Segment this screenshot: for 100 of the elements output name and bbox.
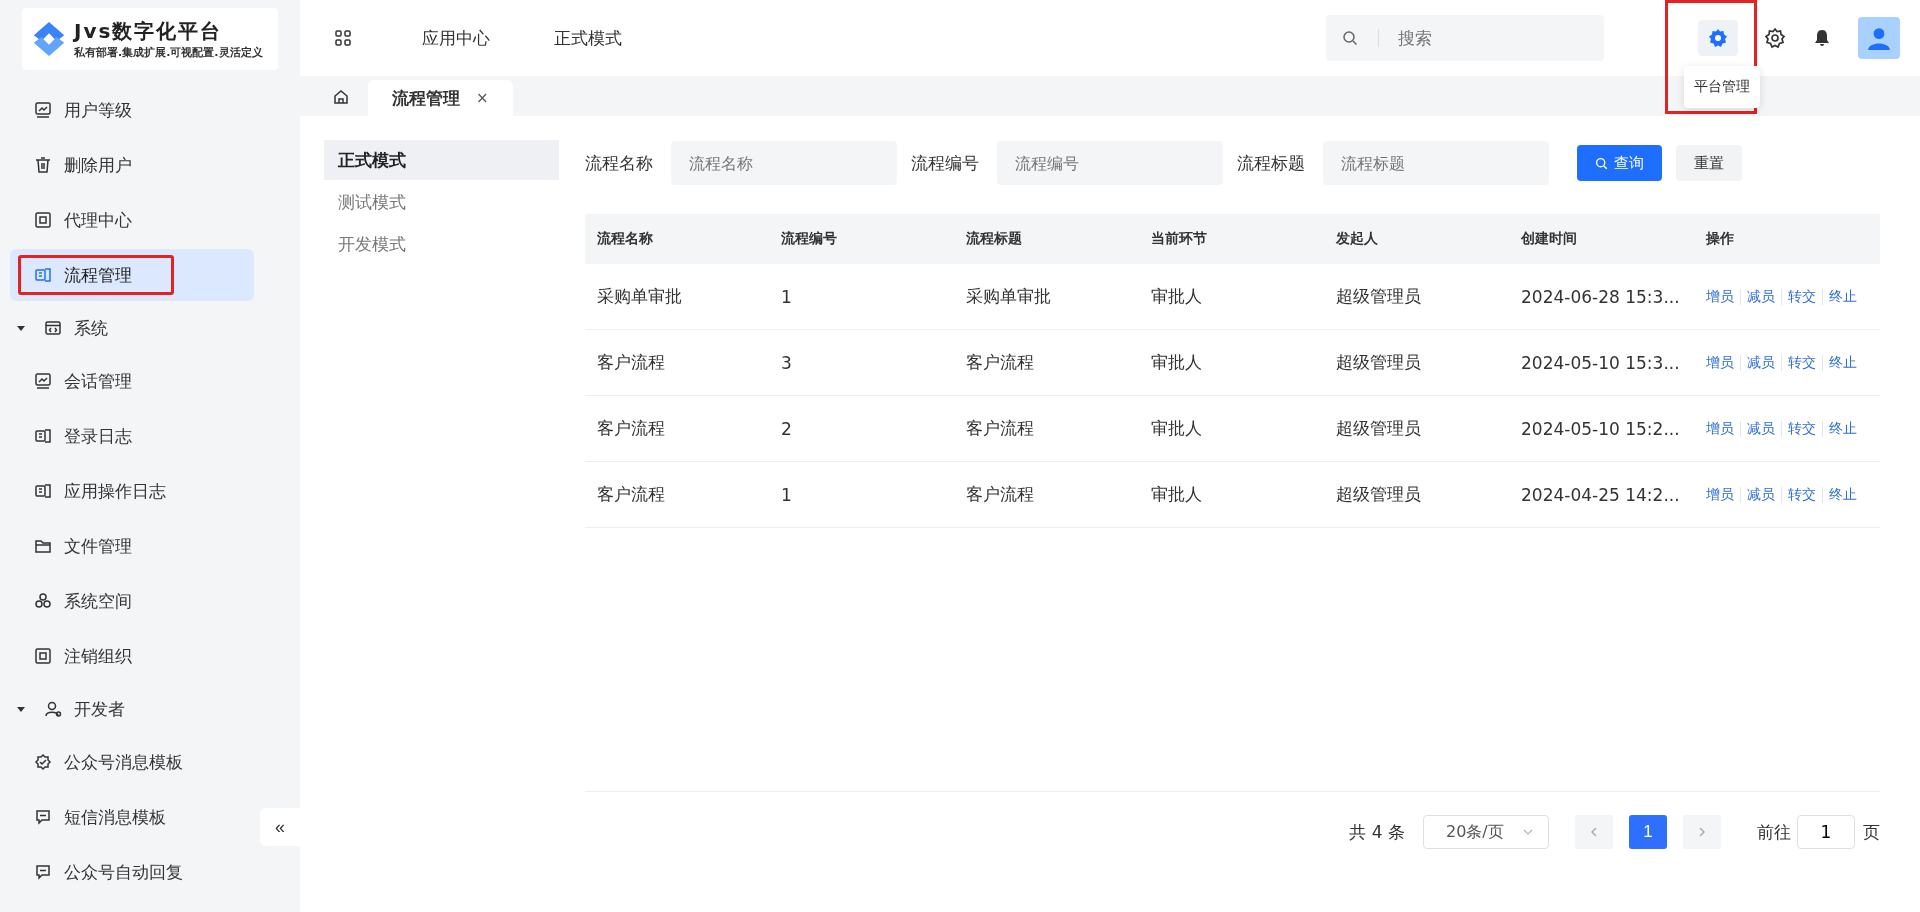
page-button[interactable]: 1 bbox=[1629, 815, 1667, 849]
nav-link[interactable]: 应用中心 bbox=[422, 26, 490, 50]
table-cell-text: 审批人 bbox=[1150, 351, 1203, 374]
column-header: 流程名称 bbox=[596, 230, 654, 248]
sidebar-item[interactable]: 文件管理 bbox=[10, 520, 254, 572]
column-header: 操作 bbox=[1705, 230, 1735, 248]
table-cell-text: 2 bbox=[780, 418, 793, 439]
mode-item[interactable]: 开发模式 bbox=[324, 224, 559, 264]
sidebar-item[interactable]: 系统空间 bbox=[10, 575, 254, 627]
action-link[interactable]: 减员 bbox=[1747, 485, 1775, 504]
action-link[interactable]: 减员 bbox=[1747, 353, 1775, 372]
table-cell-text: 1 bbox=[780, 286, 793, 307]
mode-item[interactable]: 测试模式 bbox=[324, 182, 559, 222]
table-cell-text: 超级管理员 bbox=[1335, 285, 1422, 308]
doc-icon bbox=[34, 482, 52, 500]
page-size-select[interactable]: 20条/页 bbox=[1423, 815, 1549, 849]
total-count: 共 4 条 bbox=[1349, 820, 1405, 844]
reset-button[interactable]: 重置 bbox=[1676, 145, 1742, 181]
action-link[interactable]: 终止 bbox=[1829, 353, 1857, 372]
sidebar-item[interactable]: 用户等级 bbox=[10, 84, 254, 136]
action-link[interactable]: 终止 bbox=[1829, 287, 1857, 306]
sidebar-item[interactable]: 短信消息模板 bbox=[10, 791, 254, 843]
caret-icon bbox=[16, 323, 26, 333]
table-cell-text: 审批人 bbox=[1150, 285, 1203, 308]
sidebar-group[interactable]: 系统 bbox=[10, 304, 254, 352]
table-cell-text: 2024-06-28 15:3... bbox=[1520, 286, 1681, 307]
input-field[interactable]: 流程标题 bbox=[1323, 141, 1549, 185]
table-cell-text: 客户流程 bbox=[596, 351, 666, 374]
home-icon[interactable] bbox=[332, 88, 350, 106]
filter-label: 流程标题 bbox=[1237, 151, 1305, 175]
bell-icon[interactable] bbox=[1812, 28, 1832, 48]
folder-icon bbox=[34, 537, 52, 555]
action-link[interactable]: 转交 bbox=[1788, 419, 1816, 438]
doc-icon bbox=[34, 427, 52, 445]
apps-grid-icon[interactable] bbox=[334, 29, 352, 47]
chart-icon bbox=[34, 372, 52, 390]
table-cell-text: 客户流程 bbox=[596, 483, 666, 506]
table-cell-text: 3 bbox=[780, 352, 793, 373]
chart-icon bbox=[34, 101, 52, 119]
sidebar-item[interactable]: 公众号自动回复 bbox=[10, 846, 254, 898]
action-link[interactable]: 增员 bbox=[1706, 485, 1734, 504]
sidebar-group[interactable]: 开发者 bbox=[10, 685, 254, 733]
table-cell-text: 2024-04-25 14:2... bbox=[1520, 484, 1681, 505]
column-header: 流程标题 bbox=[965, 230, 1023, 248]
column-header: 流程编号 bbox=[780, 230, 838, 248]
action-link[interactable]: 转交 bbox=[1788, 353, 1816, 372]
tab[interactable]: 流程管理 × bbox=[368, 80, 513, 116]
query-button[interactable]: 查询 bbox=[1577, 145, 1662, 181]
action-link[interactable]: 增员 bbox=[1706, 353, 1734, 372]
nav-link[interactable]: 正式模式 bbox=[554, 26, 622, 50]
gear-icon bbox=[1708, 28, 1728, 48]
column-header: 发起人 bbox=[1335, 230, 1379, 248]
search-field[interactable]: 搜索 bbox=[1326, 15, 1604, 61]
page-unit: 页 bbox=[1863, 820, 1880, 844]
table-cell-text: 审批人 bbox=[1150, 417, 1203, 440]
sidebar-item[interactable]: 会话管理 bbox=[10, 355, 254, 407]
frame-icon bbox=[34, 647, 52, 665]
sidebar-item[interactable]: 注销组织 bbox=[10, 630, 254, 682]
user-icon bbox=[44, 700, 62, 718]
action-link[interactable]: 转交 bbox=[1788, 287, 1816, 306]
chevron-left-icon bbox=[1588, 826, 1600, 838]
frame-icon bbox=[34, 211, 52, 229]
sidebar-item[interactable]: 应用操作日志 bbox=[10, 465, 254, 517]
action-link[interactable]: 终止 bbox=[1829, 419, 1857, 438]
collapse-button[interactable]: « bbox=[260, 808, 300, 846]
logo-title: Jvs数字化平台 bbox=[74, 18, 224, 45]
table-cell-text: 超级管理员 bbox=[1335, 483, 1422, 506]
trash-icon bbox=[34, 156, 52, 174]
avatar[interactable] bbox=[1858, 17, 1900, 59]
action-link[interactable]: 增员 bbox=[1706, 419, 1734, 438]
action-link[interactable]: 增员 bbox=[1706, 287, 1734, 306]
tooltip: 平台管理 bbox=[1684, 66, 1760, 108]
action-link[interactable]: 减员 bbox=[1747, 419, 1775, 438]
code-window-icon bbox=[44, 319, 62, 337]
input-field[interactable]: 流程编号 bbox=[997, 141, 1223, 185]
goto-label: 前往 bbox=[1757, 820, 1791, 844]
sidebar-item[interactable]: 流程管理 bbox=[10, 249, 254, 301]
caret-icon bbox=[16, 704, 26, 714]
mode-item[interactable]: 正式模式 bbox=[324, 140, 559, 180]
table-cell-text: 超级管理员 bbox=[1335, 417, 1422, 440]
filter-label: 流程名称 bbox=[585, 151, 653, 175]
table-cell-text: 采购单审批 bbox=[965, 285, 1052, 308]
page-input[interactable]: 1 bbox=[1797, 815, 1855, 849]
action-link[interactable]: 减员 bbox=[1747, 287, 1775, 306]
settings-button[interactable] bbox=[1698, 20, 1738, 56]
action-link[interactable]: 终止 bbox=[1829, 485, 1857, 504]
close-icon[interactable]: × bbox=[476, 89, 489, 107]
table-cell-text: 2024-05-10 15:3... bbox=[1520, 352, 1681, 373]
input-field[interactable]: 流程名称 bbox=[671, 141, 897, 185]
table-cell-text: 客户流程 bbox=[965, 417, 1035, 440]
table-cell-text: 采购单审批 bbox=[596, 285, 683, 308]
gear-icon[interactable] bbox=[1764, 27, 1786, 49]
sidebar-item[interactable]: 登录日志 bbox=[10, 410, 254, 462]
sidebar-item[interactable]: 公众号消息模板 bbox=[10, 736, 254, 788]
column-header: 创建时间 bbox=[1520, 230, 1578, 248]
sidebar-item[interactable]: 删除用户 bbox=[10, 139, 254, 191]
logo-subtitle: 私有部署.集成扩展.可视配置.灵活定义 bbox=[74, 45, 263, 60]
chat-icon bbox=[34, 808, 52, 826]
action-link[interactable]: 转交 bbox=[1788, 485, 1816, 504]
sidebar-item[interactable]: 代理中心 bbox=[10, 194, 254, 246]
